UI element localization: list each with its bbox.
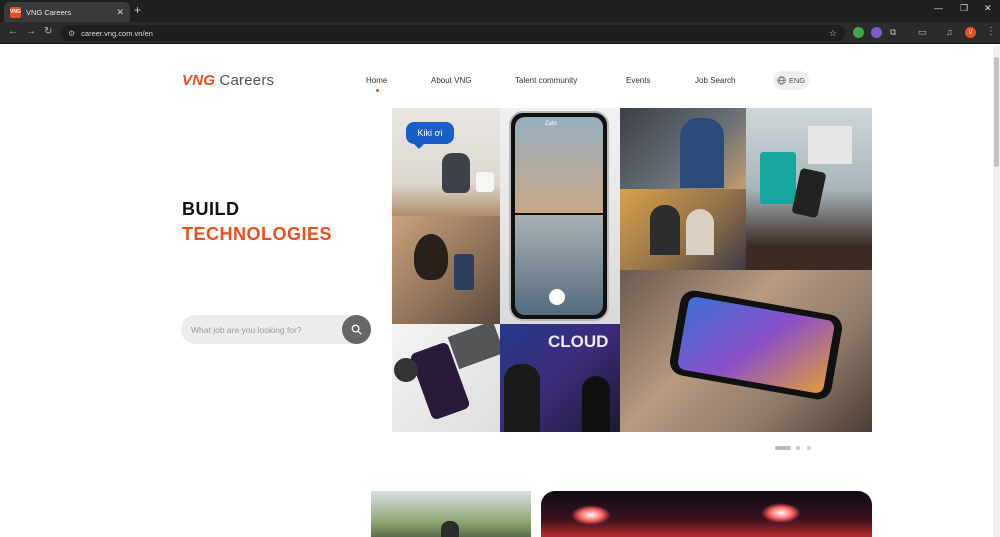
browser-tab-bar: VNG VNG Careers ✕ + — ❐ ✕ [0, 0, 1000, 22]
payment-phone [791, 167, 827, 219]
cup-shape [476, 172, 494, 192]
friends-gaming-photo [620, 189, 746, 270]
tab-title: VNG Careers [26, 7, 72, 17]
speech-bubble: Kiki ơi [406, 122, 454, 149]
speaker-device [442, 153, 470, 193]
globe-icon [777, 76, 786, 85]
iphone-frame: Zalo [509, 111, 609, 321]
scrollbar-thumb[interactable] [994, 57, 999, 167]
phone-on-desk-photo [392, 324, 500, 432]
active-nav-indicator [376, 89, 379, 92]
extensions-puzzle-icon[interactable]: ⧉ [890, 27, 896, 38]
hero-title-line2: TECHNOLOGIES [182, 224, 333, 244]
man-silhouette [680, 118, 724, 188]
gaming-phone [667, 288, 845, 402]
menu-board [808, 126, 852, 164]
nav-events[interactable]: Events [626, 76, 650, 85]
job-search-box [181, 315, 371, 344]
new-tab-icon[interactable]: + [134, 3, 141, 17]
nav-job-search[interactable]: Job Search [695, 76, 735, 85]
nav-home[interactable]: Home [366, 76, 387, 85]
caller-video [515, 117, 603, 213]
mobile-game-photo [620, 270, 872, 432]
cloud-banner: CLOUD [548, 332, 609, 351]
vng-favicon-icon: VNG [10, 6, 21, 18]
person-right [582, 376, 610, 432]
browser-menu-icon[interactable]: ⋮ [986, 26, 996, 37]
firework-right [761, 503, 801, 523]
carousel-dot-1[interactable] [775, 446, 791, 450]
media-control-icon[interactable]: ♫ [946, 27, 953, 37]
zalo-label: Zalo [545, 121, 557, 127]
page-scrollbar[interactable] [993, 45, 1000, 537]
carousel-dot-2[interactable] [796, 446, 800, 450]
woman-with-phone-photo [392, 216, 500, 324]
search-icon [351, 324, 362, 335]
job-search-input[interactable] [191, 315, 341, 344]
vng-careers-logo[interactable]: VNG Careers [182, 72, 274, 89]
extension-compass-icon[interactable] [871, 27, 882, 38]
search-button[interactable] [342, 315, 371, 344]
extension-shield-icon[interactable] [853, 27, 864, 38]
language-switcher[interactable]: ENG [773, 71, 809, 90]
minimize-icon[interactable]: — [934, 3, 943, 13]
forward-icon[interactable]: → [26, 26, 36, 37]
end-call-icon [549, 289, 565, 305]
close-tab-icon[interactable]: ✕ [116, 7, 124, 18]
nav-about-vng[interactable]: About VNG [431, 76, 471, 85]
close-window-icon[interactable]: ✕ [984, 3, 992, 14]
address-bar-row: ← → ↻ ⚙ career.vng.com.vn/en ☆ ⧉ ▭ ♫ V ⋮ [0, 22, 1000, 44]
keyboard-shape [447, 324, 500, 370]
zalopay-stand [760, 152, 796, 204]
team-outdoor-photo [371, 491, 531, 537]
lens-shape [394, 358, 418, 382]
phone-shape [454, 254, 474, 290]
zalopay-qr-photo [746, 108, 872, 270]
person-head [441, 521, 459, 537]
person-left [504, 364, 540, 432]
nav-talent-community[interactable]: Talent community [515, 76, 577, 85]
language-label: ENG [788, 76, 806, 85]
back-icon[interactable]: ← [8, 26, 18, 37]
office-access-photo [620, 108, 746, 189]
person-silhouette [414, 234, 448, 280]
browser-tab[interactable]: VNG VNG Careers ✕ [4, 2, 130, 22]
profile-avatar[interactable]: V [965, 27, 976, 38]
firework-left [571, 505, 611, 525]
restore-icon[interactable]: ❐ [960, 3, 968, 14]
site-info-icon[interactable]: ⚙ [68, 29, 75, 38]
bookmark-star-icon[interactable]: ☆ [829, 28, 837, 39]
side-panel-icon[interactable]: ▭ [918, 27, 927, 38]
reload-icon[interactable]: ↻ [44, 26, 52, 37]
carousel-dot-3[interactable] [807, 446, 811, 450]
url-text: career.vng.com.vn/en [81, 28, 153, 38]
friend-two [686, 209, 714, 255]
event-stage-photo [541, 491, 872, 537]
hero-title-line1: BUILD [182, 199, 240, 219]
friend-one [650, 205, 680, 255]
zalo-video-call-photo: Zalo [500, 108, 620, 324]
cloud-event-photo: CLOUD [500, 324, 620, 432]
url-field[interactable]: ⚙ career.vng.com.vn/en ☆ [60, 25, 845, 41]
game-screen [676, 295, 836, 395]
